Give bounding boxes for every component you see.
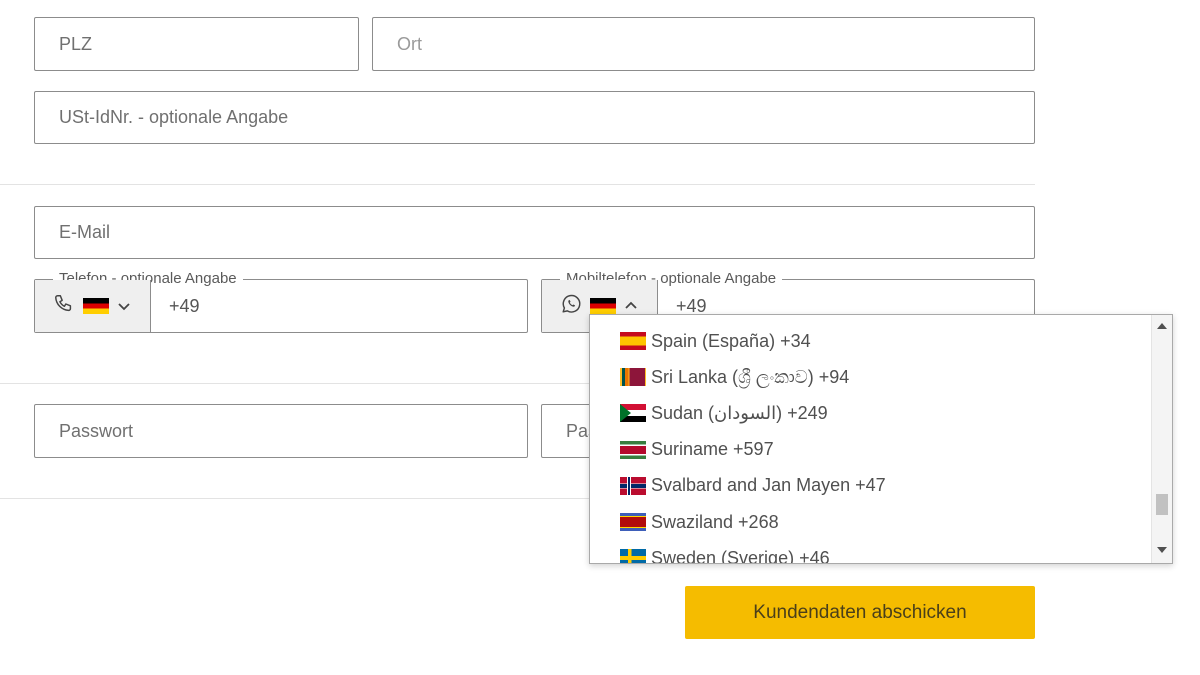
suriname-flag-icon (620, 440, 646, 459)
country-option-label: Spain (España) +34 (651, 330, 811, 351)
norway-flag-icon (620, 476, 646, 495)
email-input[interactable] (35, 207, 1034, 258)
chevron-down-icon (117, 299, 131, 313)
country-code-dropdown[interactable]: Spain (España) +34 Sri Lanka (ශ්‍රී ලංකා… (589, 314, 1173, 564)
country-option-label: Sudan (‫السودان‬‎) +249 (651, 402, 828, 423)
telefon-field: Telefon - optionale Angabe +49 (34, 270, 528, 333)
spain-flag-icon (620, 332, 646, 351)
country-option-label: Suriname +597 (651, 439, 774, 460)
whatsapp-icon (560, 293, 582, 320)
country-option[interactable]: Sweden (Sverige) +46 (590, 540, 1152, 564)
email-field-wrapper (34, 206, 1035, 259)
country-option[interactable]: Svalbard and Jan Mayen +47 (590, 468, 1152, 504)
swaziland-flag-icon (620, 513, 646, 532)
plz-input[interactable] (35, 18, 358, 70)
telefon-country-select[interactable] (35, 280, 151, 332)
country-option-label: Svalbard and Jan Mayen +47 (651, 475, 886, 496)
country-option[interactable]: Sudan (‫السودان‬‎) +249 (590, 395, 1152, 431)
plz-field-wrapper (34, 17, 359, 71)
submit-customer-data-button[interactable]: Kundendaten abschicken (685, 586, 1035, 639)
germany-flag-icon (83, 298, 109, 314)
country-list: Spain (España) +34 Sri Lanka (ශ්‍රී ලංකා… (590, 323, 1152, 564)
sri-lanka-flag-icon (620, 368, 646, 387)
ort-field-wrapper (372, 17, 1035, 71)
country-option[interactable]: Swaziland +268 (590, 504, 1152, 540)
ust-id-input[interactable] (35, 92, 1034, 143)
telefon-number[interactable]: +49 (169, 280, 200, 332)
phone-icon (53, 293, 75, 320)
country-option[interactable]: Sri Lanka (ශ්‍රී ලංකාව) +94 (590, 359, 1152, 395)
sudan-flag-icon (620, 404, 646, 423)
dropdown-scrollbar[interactable] (1151, 315, 1172, 563)
germany-flag-icon (590, 298, 616, 314)
country-option-label: Sri Lanka (ශ්‍රී ලංකාව) +94 (651, 366, 850, 387)
section-divider (0, 184, 1035, 185)
ust-id-field-wrapper (34, 91, 1035, 144)
country-option-label: Swaziland +268 (651, 511, 779, 532)
password-field-wrapper (34, 404, 528, 458)
country-option[interactable]: Suriname +597 (590, 432, 1152, 468)
scrollbar-thumb[interactable] (1156, 494, 1168, 515)
sweden-flag-icon (620, 549, 646, 563)
password-input[interactable] (35, 405, 527, 457)
scroll-down-arrow-icon[interactable] (1157, 547, 1167, 553)
chevron-up-icon (624, 299, 638, 313)
scroll-up-arrow-icon[interactable] (1157, 323, 1167, 329)
ort-input[interactable] (373, 18, 1034, 70)
country-option-label: Sweden (Sverige) +46 (651, 547, 830, 564)
country-option[interactable]: Spain (España) +34 (590, 323, 1152, 359)
customer-data-form: Telefon - optionale Angabe +49 Mobiltele… (0, 0, 1200, 675)
